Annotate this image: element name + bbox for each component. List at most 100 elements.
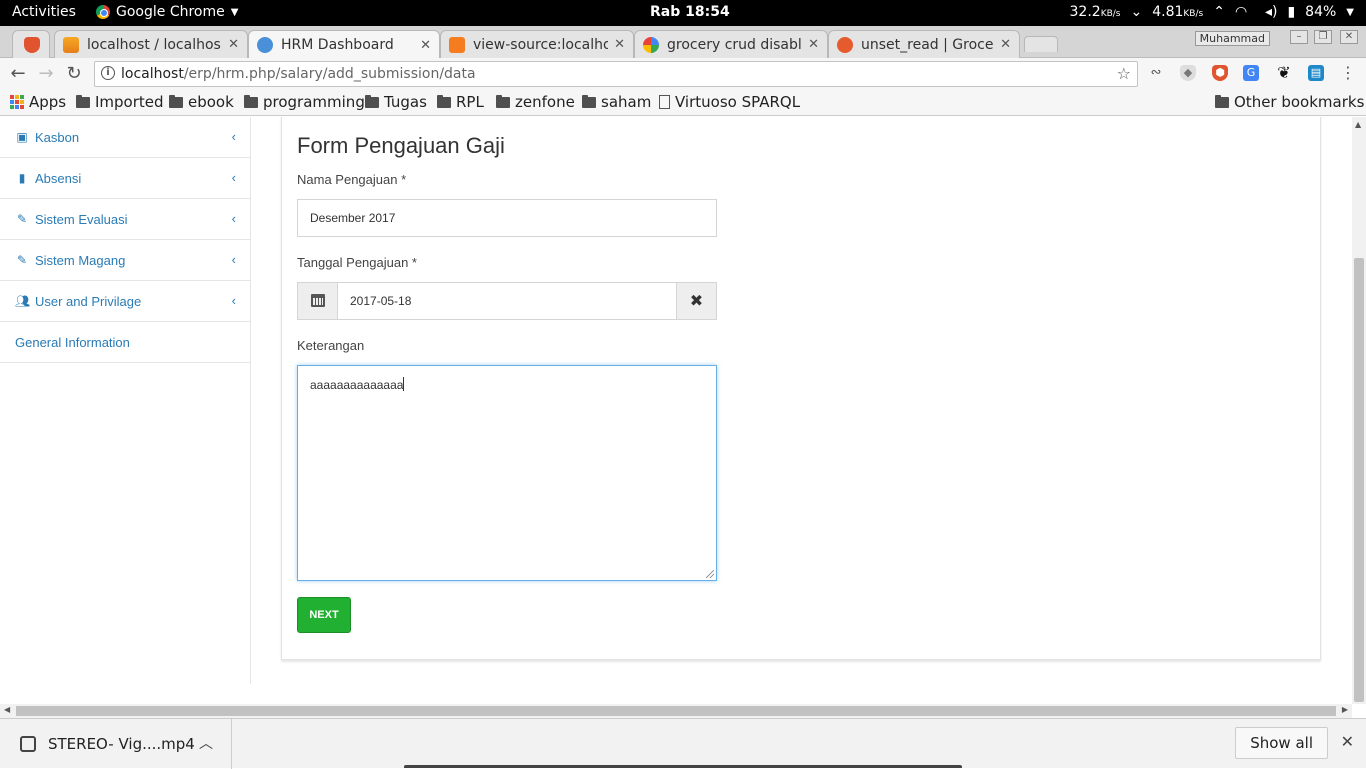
chevron-left-icon: ‹ (231, 129, 236, 144)
tab-grocery-crud[interactable]: grocery crud disable ✕ (634, 30, 828, 58)
bookmark-folder[interactable]: Tugas (365, 93, 427, 111)
volume-icon: ◂) (1264, 4, 1278, 20)
tab-title: HRM Dashboard (281, 37, 394, 53)
scroll-left-icon[interactable]: ◀ (4, 705, 10, 714)
edit-icon: ✎ (16, 212, 28, 226)
bookmark-folder[interactable]: Imported (76, 93, 164, 111)
bookmark-other[interactable]: Other bookmarks (1215, 93, 1364, 111)
bookmark-label: ebook (188, 93, 234, 111)
bookmark-folder[interactable]: ebook (169, 93, 234, 111)
app-menu[interactable]: Google Chrome ▼ (96, 4, 238, 20)
close-icon[interactable]: ✕ (614, 37, 625, 52)
activities-button[interactable]: Activities (12, 4, 76, 20)
wifi-icon: ◠ (1234, 4, 1248, 20)
close-icon[interactable]: ✕ (1000, 37, 1011, 52)
clear-date-icon[interactable]: ✖ (676, 283, 716, 319)
scrollbar-thumb[interactable] (1354, 258, 1364, 702)
folder-icon (365, 94, 379, 108)
system-status-area[interactable]: 32.2KB/s ⌄ 4.81KB/s ⌃ ◠ ◂) ▮ 84% ▼ (1070, 4, 1354, 20)
scroll-up-icon[interactable]: ▲ (1355, 120, 1361, 129)
close-icon[interactable]: ✕ (420, 38, 431, 53)
bookmark-star-icon[interactable]: ☆ (1117, 64, 1131, 83)
page-icon (659, 95, 670, 109)
net-up-unit: KB/s (1183, 9, 1204, 19)
maximize-icon[interactable]: ❐ (1314, 30, 1332, 44)
calendar-button[interactable] (298, 283, 338, 319)
sidebar-item-label: Kasbon (35, 129, 80, 145)
clock[interactable]: Rab 18:54 (650, 4, 730, 20)
bookmark-folder[interactable]: programming (244, 93, 365, 111)
close-icon[interactable]: ✕ (1341, 732, 1354, 751)
tab-unset-read[interactable]: unset_read | Groce ✕ (828, 30, 1020, 58)
note-textarea[interactable]: aaaaaaaaaaaaaa (297, 365, 717, 581)
system-top-bar: Activities Google Chrome ▼ Rab 18:54 32.… (0, 0, 1366, 26)
menu-icon[interactable]: ⋮ (1338, 63, 1358, 82)
show-all-button[interactable]: Show all (1235, 727, 1328, 759)
folder-icon (496, 94, 510, 108)
sidebar-item-sistem-evaluasi[interactable]: ✎ Sistem Evaluasi ‹ (0, 199, 250, 240)
date-input[interactable]: 2017-05-18 (350, 294, 411, 308)
sidebar-item-absensi[interactable]: ▮ Absensi ‹ (0, 158, 250, 199)
sidebar-item-general-information[interactable]: General Information (0, 322, 250, 363)
address-bar[interactable]: i localhost/erp/hrm.php/salary/add_submi… (94, 61, 1138, 87)
extension-reader-icon[interactable]: ▤ (1308, 65, 1324, 81)
close-window-icon[interactable]: ✕ (1340, 30, 1358, 44)
tab-localhost[interactable]: localhost / localhos ✕ (54, 30, 248, 58)
sidebar-item-label: Sistem Evaluasi (35, 211, 128, 227)
folder-icon (437, 94, 451, 108)
caret-down-icon: ▼ (1346, 6, 1354, 18)
shield-icon (24, 36, 40, 53)
url-text: localhost/erp/hrm.php/salary/add_submiss… (121, 66, 476, 82)
tab-title: view-source:localho (473, 36, 609, 53)
vertical-scrollbar[interactable]: ▲ (1352, 117, 1366, 704)
close-icon[interactable]: ✕ (228, 37, 239, 52)
extension-mustache-icon[interactable]: ∾ (1148, 65, 1164, 81)
horizontal-scrollbar[interactable]: ◀ ▶ (0, 704, 1352, 718)
name-input[interactable]: Desember 2017 (297, 199, 717, 237)
tab-view-source[interactable]: view-source:localho ✕ (440, 30, 634, 58)
profile-button[interactable]: Muhammad (1194, 31, 1270, 46)
next-button[interactable]: NEXT (297, 597, 351, 633)
close-icon[interactable]: ✕ (808, 37, 819, 52)
browser-toolbar: ← → ↻ i localhost/erp/hrm.php/salary/add… (0, 58, 1366, 89)
extension-brave-icon[interactable]: ⬢ (1212, 65, 1228, 81)
forward-icon[interactable]: → (36, 63, 56, 84)
bookmark-folder[interactable]: zenfone (496, 93, 575, 111)
bookmark-apps[interactable]: Apps (10, 93, 66, 111)
folder-icon (76, 94, 90, 108)
bookmark-label: Other bookmarks (1234, 93, 1365, 111)
bookmark-folder[interactable]: RPL (437, 93, 484, 111)
sidebar-item-user-and-privilage[interactable]: 👥︎ User and Privilage ‹ (0, 281, 250, 322)
sidebar-item-sistem-magang[interactable]: ✎ Sistem Magang ‹ (0, 240, 250, 281)
download-shelf: STEREO- Vig....mp4 ︿ Show all ✕ (0, 718, 1366, 769)
sidebar-item-kasbon[interactable]: ▣ Kasbon ‹ (0, 117, 250, 158)
tab-hrm-dashboard[interactable]: HRM Dashboard ✕ (248, 30, 440, 59)
extension-gnome-icon[interactable]: ❦ (1276, 65, 1292, 81)
sidebar-item-label: General Information (15, 334, 130, 350)
new-tab-button[interactable] (1024, 36, 1058, 52)
reload-icon[interactable]: ↻ (64, 63, 84, 84)
date-picker[interactable]: 2017-05-18 ✖ (297, 282, 717, 320)
download-item[interactable]: STEREO- Vig....mp4 ︿ (0, 719, 232, 769)
net-up-value: 4.81 (1152, 4, 1184, 20)
bookmark-label: RPL (456, 93, 484, 111)
tab-pinned[interactable] (12, 30, 50, 58)
tab-title: unset_read | Groce (861, 36, 994, 53)
page-viewport: ▣ Kasbon ‹ ▮ Absensi ‹ ✎ Sistem Evaluasi… (0, 117, 1352, 704)
minimize-icon[interactable]: – (1290, 30, 1308, 44)
sidebar-item-label: User and Privilage (35, 293, 142, 309)
folder-icon (582, 94, 596, 108)
scrollbar-thumb[interactable] (16, 706, 1336, 716)
grocery-crud-icon (837, 36, 853, 53)
note-label: Keterangan (297, 338, 365, 353)
bookmark-folder[interactable]: saham (582, 93, 651, 111)
extension-translate-icon[interactable]: G (1243, 65, 1259, 81)
scroll-right-icon[interactable]: ▶ (1342, 705, 1348, 714)
note-text: aaaaaaaaaaaaaa (310, 378, 404, 392)
resize-grip-icon[interactable] (706, 570, 714, 578)
bookmark-page[interactable]: Virtuoso SPARQL (659, 93, 800, 111)
chevron-up-icon[interactable]: ︿ (199, 733, 213, 753)
extension-shield-icon[interactable]: ◆ (1180, 65, 1196, 81)
back-icon[interactable]: ← (8, 63, 28, 84)
info-icon[interactable]: i (101, 66, 115, 80)
